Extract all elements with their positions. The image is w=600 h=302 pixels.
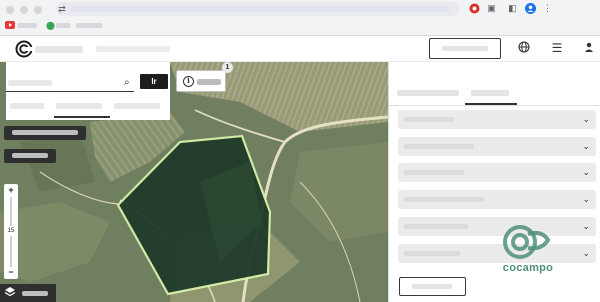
account-icon[interactable] [582,41,596,55]
bookmark-maps-icon[interactable]: ⬤ [46,21,55,30]
map-label-text [12,153,48,158]
panel-tab[interactable] [114,100,162,112]
cocampo-watermark-logo [498,222,558,284]
zoom-out-button[interactable]: − [4,266,18,278]
logo-icon[interactable] [15,40,34,58]
panel-tab-active[interactable] [56,100,106,112]
layers-label [22,291,48,296]
accordion-item[interactable]: ⌄ [398,137,596,156]
app-header: ☰ [0,36,600,62]
header-action-label [442,46,488,51]
search-go-button[interactable]: Ir [140,74,168,89]
tab-divider [389,105,600,106]
layers-button[interactable] [0,284,56,302]
details-panel: ⌄ ⌄ ⌄ ⌄ ⌄ ⌄ [388,62,600,302]
map-label-chip[interactable] [4,126,86,140]
accordion-item[interactable]: ⌄ [398,217,596,236]
zoom-level: 15 [4,226,18,236]
chevron-down-icon: ⌄ [582,221,590,231]
chevron-down-icon: ⌄ [582,248,590,258]
chevron-down-icon: ⌄ [582,194,590,204]
browser-chrome: ⇄ ▣ ◧ ⋮ ⬤ [0,0,600,36]
accordion-item[interactable]: ⌄ [398,163,596,182]
field-info-chip[interactable]: i [176,70,226,92]
accordion-item[interactable]: ⌄ [398,110,596,129]
chevron-down-icon: ⌄ [582,141,590,151]
bookmark-label[interactable] [17,23,37,28]
chevron-down-icon: ⌄ [582,114,590,124]
header-link[interactable] [96,46,170,52]
info-icon: i [183,76,194,87]
panel-action-label [412,284,452,289]
tune-icon[interactable]: ⇄ [57,2,67,16]
menu-icon[interactable]: ☰ [550,41,564,55]
bookmark-label[interactable] [56,23,70,28]
zoom-control: + 15 − [4,184,18,279]
panel-action-button[interactable] [399,277,466,296]
url-text [70,6,450,12]
bookmark-youtube-icon[interactable] [5,21,15,30]
search-panel: ⌕ Ir [6,62,170,120]
accordion-item[interactable]: ⌄ [398,190,596,209]
accordion-item[interactable]: ⌄ [398,244,596,263]
chevron-down-icon: ⌄ [582,167,590,177]
puzzle-icon[interactable]: ▣ [486,3,497,14]
zoom-in-button[interactable]: + [4,184,18,196]
watermark-text: cocampo [502,262,554,274]
more-vert-icon[interactable]: ⋮ [542,3,553,14]
profile-icon[interactable] [525,3,536,14]
window-control[interactable] [6,6,14,14]
active-tab-indicator [54,116,110,118]
map-label-text [12,130,78,135]
window-control[interactable] [34,6,42,14]
map-label-chip[interactable] [4,149,56,163]
search-icon[interactable]: ⌕ [124,78,134,88]
bookmark-label[interactable] [76,23,102,28]
window-control[interactable] [20,6,28,14]
panel-tab-active[interactable] [471,88,511,98]
sidebar-icon[interactable]: ◧ [507,3,518,14]
header-action-button[interactable] [429,38,501,59]
notification-badge: 1 [222,62,233,73]
globe-icon[interactable] [517,41,531,55]
logo-wordmark[interactable] [35,46,83,53]
panel-tab[interactable] [10,100,46,112]
search-placeholder [8,80,52,86]
layers-icon [4,286,16,298]
panel-tab[interactable] [397,88,459,98]
extension-red-icon[interactable] [469,3,480,14]
active-tab-indicator [465,103,517,105]
field-info-label [197,79,221,85]
